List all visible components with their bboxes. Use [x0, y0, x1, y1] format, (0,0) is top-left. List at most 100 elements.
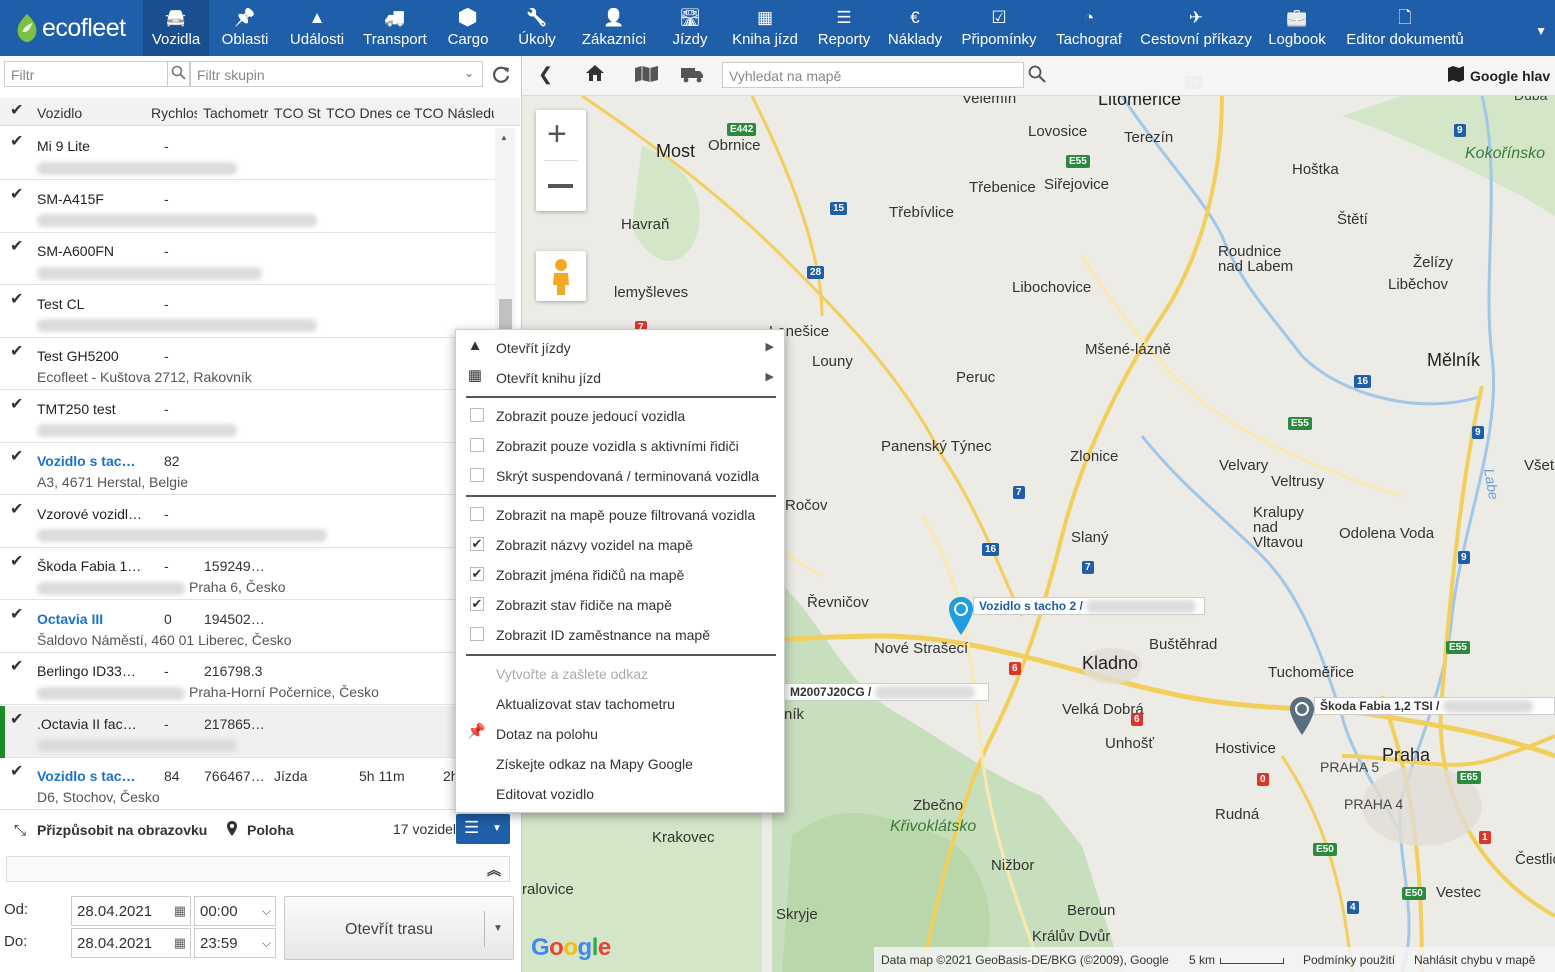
vehicle-map-label[interactable]: Vozidlo s tacho 2 /	[973, 597, 1205, 615]
vehicle-name[interactable]: Octavia III	[37, 611, 145, 627]
context-menu-item[interactable]: Zobrazit na mapě pouze filtrovaná vozidl…	[456, 499, 786, 529]
nav-item-12[interactable]: ◔ Tachograf	[1046, 0, 1132, 56]
vehicle-checkbox[interactable]: ✔	[10, 711, 25, 728]
vehicle-map-label[interactable]: M2007J20CG /	[784, 683, 989, 701]
nav-item-2[interactable]: ▲ Události	[281, 0, 353, 56]
chevron-down-icon[interactable]: ▼	[493, 923, 503, 934]
vehicle-name[interactable]: SM-A415F	[37, 191, 145, 207]
vehicle-name[interactable]: Mi 9 Lite	[37, 138, 145, 154]
vehicle-name[interactable]: Test CL	[37, 296, 145, 312]
vehicle-row[interactable]: ✔ Vzorové vozidl… -	[0, 495, 495, 548]
context-menu-item[interactable]: Získejte odkaz na Mapy Google	[456, 748, 786, 778]
nav-more-caret-icon[interactable]: ▼	[1535, 24, 1547, 38]
vehicle-row[interactable]: ✔ Berlingo ID33… - 216798.3 Praha-Horní Poče…	[0, 653, 495, 705]
vehicle-name[interactable]: SM-A600FN	[37, 243, 145, 259]
from-date-input[interactable]: 28.04.2021 ▦	[71, 896, 191, 926]
nav-item-14[interactable]: 💼 Logbook	[1260, 0, 1334, 56]
column-tco-status[interactable]: TCO St	[274, 105, 322, 121]
column-vehicle[interactable]: Vozidlo	[37, 105, 137, 121]
unchecked-checkbox[interactable]	[470, 438, 484, 452]
chevron-down-icon[interactable]: ⌵	[262, 904, 271, 919]
search-icon[interactable]	[168, 61, 190, 87]
fit-to-screen-button[interactable]: Přizpůsobit na obrazovku	[37, 822, 207, 838]
unchecked-checkbox[interactable]	[470, 507, 484, 521]
to-time-input[interactable]: 23:59 ⌵	[194, 928, 276, 958]
list-menu-button[interactable]: ☰ ▼	[456, 814, 510, 844]
street-view-pegman-icon[interactable]	[536, 251, 586, 301]
vehicle-checkbox[interactable]: ✔	[10, 344, 25, 360]
map-layers-icon[interactable]	[634, 65, 660, 83]
column-tco-next[interactable]: TCO Následu	[414, 105, 494, 121]
vehicle-row[interactable]: ✔ Test GH5200 - Ecofleet - Kuštova 2712, Ra…	[0, 338, 495, 390]
vehicle-filter-input[interactable]: Filtr	[4, 61, 168, 87]
nav-item-3[interactable]: 🚚 Transport	[354, 0, 436, 56]
context-menu-item[interactable]: Aktualizovat stav tachometru	[456, 688, 786, 718]
refresh-icon[interactable]	[491, 64, 511, 84]
vehicle-name[interactable]: Vozidlo s tac…	[37, 453, 145, 469]
vehicle-row[interactable]: ✔ Vozidlo s tac… 82 A3, 4671 Herstal, Belgi…	[0, 443, 495, 495]
context-menu-item[interactable]: ✔ Zobrazit stav řidiče na mapě	[456, 589, 786, 619]
vehicle-marker-icon[interactable]	[948, 596, 974, 636]
vehicle-row[interactable]: ✔ Mi 9 Lite -	[0, 128, 495, 180]
checked-checkbox[interactable]: ✔	[470, 597, 484, 611]
unchecked-checkbox[interactable]	[470, 468, 484, 482]
nav-item-9[interactable]: ☰ Reporty	[808, 0, 880, 56]
nav-item-11[interactable]: ☑ Připomínky	[952, 0, 1046, 56]
ecofleet-logo[interactable]: ecofleet	[0, 0, 142, 56]
vehicle-row[interactable]: ✔ SM-A415F -	[0, 180, 495, 233]
context-menu-item[interactable]: ✔ Zobrazit jména řidičů na mapě	[456, 559, 786, 589]
vehicle-checkbox[interactable]: ✔	[10, 239, 25, 255]
vehicle-name[interactable]: Vzorové vozidl…	[37, 506, 145, 522]
unchecked-checkbox[interactable]	[470, 408, 484, 422]
nav-item-10[interactable]: € Náklady	[880, 0, 950, 56]
vehicle-row[interactable]: ✔ SM-A600FN -	[0, 233, 495, 285]
collapse-panel[interactable]: ︽	[6, 856, 510, 882]
column-tachometer[interactable]: Tachometr	[203, 105, 271, 121]
vehicle-checkbox[interactable]: ✔	[10, 396, 25, 413]
context-menu-item[interactable]: Zobrazit ID zaměstnance na mapě	[456, 619, 786, 649]
nav-item-6[interactable]: 👤 Zákazníci	[570, 0, 658, 56]
chevron-up-icon[interactable]: ︽	[487, 860, 501, 880]
checked-checkbox[interactable]: ✔	[470, 537, 484, 551]
vehicle-name[interactable]: Škoda Fabia 1…	[37, 558, 145, 574]
context-menu-item[interactable]: Zobrazit pouze vozidla s aktivními řidič…	[456, 430, 786, 460]
context-menu-item[interactable]: Zobrazit pouze jedoucí vozidla	[456, 400, 786, 430]
position-button[interactable]: Poloha	[247, 822, 294, 838]
truck-icon[interactable]	[680, 65, 704, 83]
context-menu-item[interactable]: Editovat vozidlo	[456, 778, 786, 808]
nav-item-13[interactable]: ✈ Cestovní příkazy	[1132, 0, 1260, 56]
context-menu-item[interactable]: 📌 Dotaz na polohu	[456, 718, 786, 748]
calendar-icon[interactable]: ▦	[174, 903, 186, 919]
terms-link[interactable]: Podmínky použití	[1303, 953, 1395, 967]
nav-item-0[interactable]: 🚘 Vozidla	[143, 0, 209, 56]
to-date-input[interactable]: 28.04.2021 ▦	[71, 928, 191, 958]
context-menu-item[interactable]: ▦ Otevřít knihu jízd ▶	[456, 362, 786, 392]
vehicle-row[interactable]: ✔ Vozidlo s tac… 84 766467… Jízda 5h 11m 2h D6,…	[0, 758, 495, 810]
context-menu-item[interactable]: Skrýt suspendovaná / terminovaná vozidla	[456, 460, 786, 490]
vehicle-checkbox[interactable]: ✔	[10, 554, 25, 570]
vehicle-checkbox[interactable]: ✔	[10, 134, 25, 150]
unchecked-checkbox[interactable]	[470, 627, 484, 641]
group-filter-input[interactable]: Filtr skupin ⌄	[190, 61, 483, 87]
vehicle-name[interactable]: Test GH5200	[37, 348, 145, 364]
nav-item-15[interactable]: 🗋 Editor dokumentů	[1336, 0, 1474, 56]
vehicle-row[interactable]: ✔ .Octavia II fac… - 217865…	[0, 705, 495, 758]
vehicle-row[interactable]: ✔ Test CL -	[0, 285, 495, 338]
back-arrow-icon[interactable]: ❮	[538, 64, 553, 85]
vehicle-checkbox[interactable]: ✔	[10, 186, 25, 203]
vehicle-marker-icon[interactable]	[1289, 696, 1315, 736]
zoom-out-button[interactable]	[548, 184, 573, 188]
nav-item-4[interactable]: 📦 Cargo	[437, 0, 499, 56]
scrollbar-thumb[interactable]	[499, 299, 512, 329]
map-search-input[interactable]: Vyhledat na mapě	[722, 62, 1024, 88]
vehicle-row[interactable]: ✔ Octavia III 0 194502… Šaldovo Náměstí, 460…	[0, 600, 495, 653]
from-time-input[interactable]: 00:00 ⌵	[194, 896, 276, 926]
nav-item-1[interactable]: 📌 Oblasti	[211, 0, 279, 56]
calendar-icon[interactable]: ▦	[174, 935, 186, 951]
report-error-link[interactable]: Nahlásit chybu v mapě	[1414, 953, 1535, 967]
home-icon[interactable]	[585, 63, 605, 83]
vehicle-checkbox[interactable]: ✔	[10, 449, 25, 465]
vehicle-name[interactable]: TMT250 test	[37, 401, 145, 417]
vehicle-map-label[interactable]: Škoda Fabia 1,2 TSI /	[1314, 697, 1555, 715]
vehicle-row[interactable]: ✔ Škoda Fabia 1… - 159249… Praha 6, Česko	[0, 548, 495, 600]
